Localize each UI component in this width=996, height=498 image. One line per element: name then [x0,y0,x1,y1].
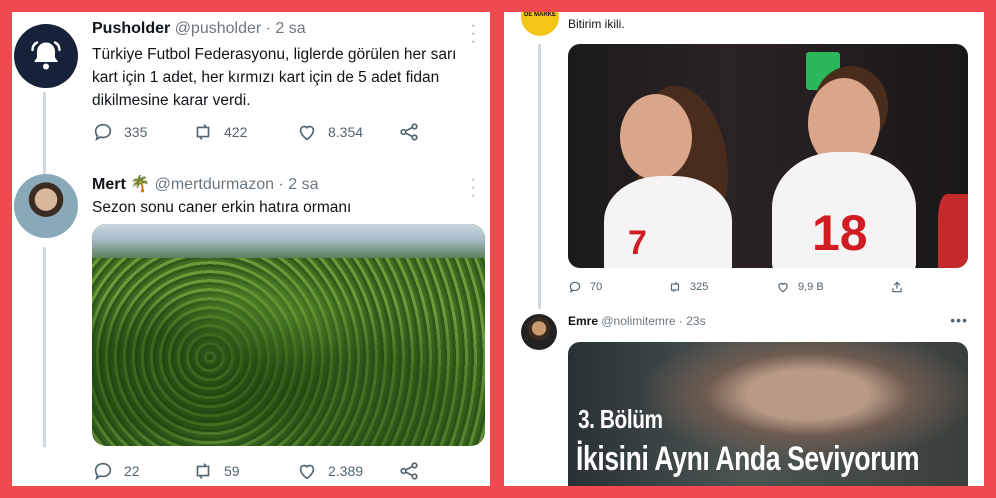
retweet-button[interactable]: 422 [192,121,247,143]
jersey-number: 7 [628,224,647,262]
mert-avatar[interactable] [14,174,78,238]
tweet-text: Türkiye Futbol Federasyonu, liglerde gör… [92,46,457,109]
emre-avatar[interactable] [521,314,557,350]
share-button[interactable] [398,121,420,143]
share-icon [400,462,418,480]
author-handle-time[interactable]: @mertdurmazon · 2 sa [155,176,319,193]
tweet-header: Emre @nolimitemre · 23s [568,314,706,328]
author-handle-time[interactable]: @pusholder · 2 sa [175,20,306,37]
image-caption-title: İkisini Aynı Anda Seviyorum [576,440,920,478]
author-name[interactable]: Emre [568,314,598,328]
retweet-icon [196,124,210,140]
pusholder-avatar[interactable] [14,24,78,88]
retweet-count: 325 [690,281,709,293]
reply-count: 70 [590,281,603,293]
tweet-header: Pusholder @pusholder · 2 sa [92,20,306,38]
heart-icon [299,125,315,141]
more-options-icon[interactable]: · · · [471,172,476,204]
reply-icon [94,123,112,142]
share-icon [400,123,418,141]
player-jersey: 18 [772,152,916,268]
jersey-number: 18 [812,205,868,261]
like-count: 9,9 B [798,281,824,293]
reply-count: 335 [124,124,148,140]
author-handle-time[interactable]: @nolimitemre · 23s [601,314,705,328]
avatar-logo-text: DE MARKE [523,12,556,18]
share-button[interactable] [398,460,420,482]
like-count: 2.389 [328,463,364,479]
retweet-button[interactable]: 325 [668,280,708,294]
author-name[interactable]: Mert 🌴 [92,176,150,193]
right-screenshot-panel: DE MARKE Bitirim ikili. 7 18 70 325 9,9 … [504,12,984,486]
heart-icon [299,464,315,480]
heart-icon [778,282,788,293]
tv-series-photo[interactable]: 3. Bölüm İkisini Aynı Anda Seviyorum [568,342,968,486]
reply-button[interactable]: 70 [568,280,602,294]
like-button[interactable]: 2.389 [296,460,363,482]
image-caption-episode: 3. Bölüm [578,404,663,434]
player-face [620,94,692,180]
tweet-actions: 70 325 9,9 B [568,280,908,296]
share-button[interactable] [890,280,904,294]
reply-button[interactable]: 22 [92,460,140,482]
like-button[interactable]: 9,9 B [776,280,824,294]
author-name[interactable]: Pusholder [92,20,170,37]
like-button[interactable]: 8.354 [296,121,363,143]
reply-icon [569,281,581,293]
tweet-actions: 22 59 2.389 [92,459,432,483]
like-count: 8.354 [328,124,364,140]
background-person [938,194,968,268]
reply-count: 22 [124,463,140,479]
forest-photo[interactable] [92,224,485,446]
thread-connector-line [43,92,46,177]
tweet-text: Sezon sonu caner erkin hatıra ormanı [92,199,352,216]
demarke-avatar[interactable]: DE MARKE [521,12,559,36]
tweet-actions: 335 422 8.354 [92,120,432,144]
retweet-icon [670,281,680,293]
tweet-header: Mert 🌴 @mertdurmazon · 2 sa [92,174,318,194]
player-jersey: 7 [604,176,732,268]
reply-button[interactable]: 335 [92,121,147,143]
retweet-count: 59 [224,463,240,479]
reply-icon [94,462,112,481]
upload-icon [892,281,902,293]
volleyball-players-photo[interactable]: 7 18 [568,44,968,268]
thread-connector-line [43,247,46,447]
retweet-icon [196,463,210,479]
tweet-text: Bitirim ikili. [568,17,625,31]
thread-connector-line [538,44,541,309]
bell-icon [31,41,61,70]
more-options-icon[interactable]: ••• [950,312,968,328]
left-screenshot-panel: Pusholder @pusholder · 2 sa · · · Türkiye … [12,12,490,486]
retweet-button[interactable]: 59 [192,460,240,482]
retweet-count: 422 [224,124,248,140]
